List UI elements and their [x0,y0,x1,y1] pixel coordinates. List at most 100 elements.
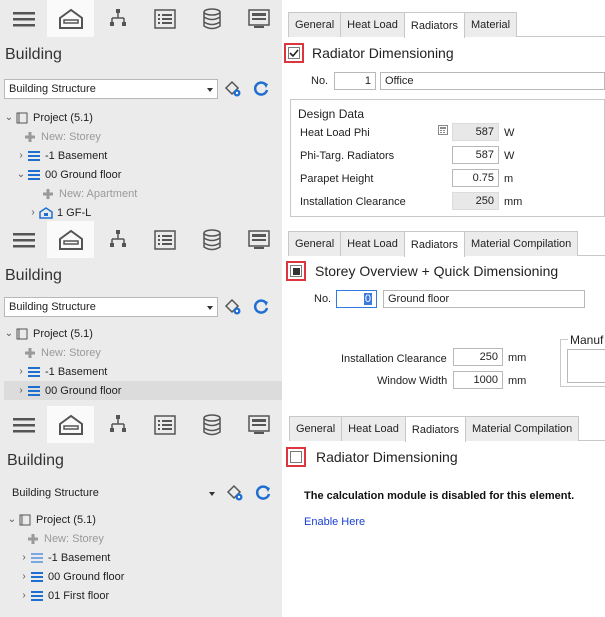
tab-general[interactable]: General [289,416,343,441]
building-structure-dropdown[interactable]: Building Structure [4,79,218,99]
tree-node-project[interactable]: ⌄ Project (5.1) [4,108,282,127]
tab-general[interactable]: General [288,12,342,37]
parapet-height-unit: m [504,173,514,185]
tab-general[interactable]: General [288,231,342,256]
number-field[interactable]: 1 [334,72,376,90]
refresh-icon[interactable] [254,484,272,502]
network-tree-icon[interactable] [94,0,141,37]
window-width-field[interactable]: 1000 [453,371,503,389]
tab-radiators[interactable]: Radiators [403,12,465,38]
room-name-field[interactable]: Office [380,72,605,90]
chevron-down-icon [207,88,213,92]
chevron-down-icon[interactable]: ⌄ [16,169,26,180]
hamburger-menu-icon[interactable] [0,406,47,443]
phi-targ-field[interactable]: 587 [452,146,499,164]
tree-node-new-storey[interactable]: New: Storey [4,127,282,146]
tag-settings-icon[interactable] [224,80,242,98]
tree-node-ground-floor[interactable]: › 00 Ground floor [7,567,282,586]
tree-label: 00 Ground floor [45,384,122,397]
chevron-right-icon[interactable]: › [19,590,29,601]
apartment-icon [38,206,54,220]
chevron-right-icon[interactable]: › [16,150,26,161]
chevron-right-icon[interactable]: › [28,207,38,218]
tree-node-basement[interactable]: › -1 Basement [7,548,282,567]
network-tree-icon[interactable] [94,221,141,258]
hamburger-menu-icon[interactable] [0,0,47,37]
storey-name-field[interactable]: Ground floor [383,290,585,308]
panel-radiator-dimensioning-room: Building Building Structure ⌄ Project (5.… [0,0,605,221]
tab-material-compilation[interactable]: Material Compilation [464,416,580,441]
tree-node-basement[interactable]: › -1 Basement [4,362,282,381]
screen-table-icon[interactable] [235,0,282,37]
building-structure-dropdown[interactable]: Building Structure [7,483,220,503]
tab-radiators[interactable]: Radiators [403,231,465,257]
storey-icon [26,365,42,379]
manufacturer-field[interactable] [567,349,605,383]
tab-radiators[interactable]: Radiators [404,416,466,442]
building-house-icon[interactable] [47,221,94,258]
heat-load-value: 587 [452,123,499,141]
tree-node-first-floor[interactable]: › 01 First floor [7,586,282,605]
disabled-message: The calculation module is disabled for t… [304,490,575,502]
tree-node-ground-floor[interactable]: › 00 Ground floor [4,381,282,400]
tree-label: 1 GF-L [57,206,92,219]
tab-material[interactable]: Material [463,12,518,37]
network-tree-icon[interactable] [94,406,141,443]
dropdown-value: Building Structure [12,487,99,499]
tab-heat-load[interactable]: Heat Load [341,416,406,441]
list-document-icon[interactable] [141,406,188,443]
quick-dimensioning-checkbox[interactable] [286,261,306,281]
hamburger-menu-icon[interactable] [0,221,47,258]
tree-node-new-apartment[interactable]: New: Apartment [4,184,282,203]
database-icon[interactable] [188,0,235,37]
parapet-height-field[interactable]: 0.75 [452,169,499,187]
number-field[interactable]: 0 [336,290,377,308]
tree-node-new-storey[interactable]: New: Storey [4,343,282,362]
chevron-down-icon [209,492,215,496]
tree-label: New: Apartment [59,187,138,200]
chevron-right-icon[interactable]: › [16,385,26,396]
refresh-icon[interactable] [252,298,270,316]
chevron-right-icon[interactable]: › [16,366,26,377]
tree-node-project[interactable]: ⌄ Project (5.1) [4,324,282,343]
project-icon [14,327,30,341]
tree-label: New: Storey [41,346,101,359]
checkbox-box [288,47,300,59]
tab-heat-load[interactable]: Heat Load [340,231,405,256]
list-document-icon[interactable] [141,0,188,37]
tree-node-project[interactable]: ⌄ Project (5.1) [7,510,282,529]
tree-node-ground-floor[interactable]: ⌄ 00 Ground floor [4,165,282,184]
tag-settings-icon[interactable] [226,484,244,502]
installation-clearance-field[interactable]: 250 [453,348,503,366]
refresh-icon[interactable] [252,80,270,98]
checkbox-box [290,451,302,463]
enable-here-link[interactable]: Enable Here [304,516,365,528]
list-document-icon[interactable] [141,221,188,258]
database-icon[interactable] [188,221,235,258]
radiator-dimensioning-checkbox[interactable] [284,43,304,63]
tab-heat-load[interactable]: Heat Load [340,12,405,37]
chevron-down-icon[interactable]: ⌄ [7,514,17,525]
database-icon[interactable] [188,406,235,443]
calculator-icon[interactable] [438,125,448,135]
tree-node-basement[interactable]: › -1 Basement [4,146,282,165]
tab-material-compilation[interactable]: Material Compilation [463,231,579,256]
tag-settings-icon[interactable] [224,298,242,316]
tree-node-gf-l[interactable]: › 1 GF-L [4,203,282,221]
screen-table-icon[interactable] [235,221,282,258]
screen-table-icon[interactable] [235,406,282,443]
chevron-right-icon[interactable]: › [19,552,29,563]
radiator-dimensioning-checkbox[interactable] [286,447,306,467]
chevron-down-icon[interactable]: ⌄ [4,328,14,339]
manufacturer-label: Manuf [568,333,605,347]
tree-label: New: Storey [41,130,101,143]
plus-icon [25,532,41,546]
chevron-down-icon[interactable]: ⌄ [4,112,14,123]
building-house-icon[interactable] [47,406,94,443]
building-structure-dropdown[interactable]: Building Structure [4,297,218,317]
building-house-icon[interactable] [47,0,94,37]
chevron-right-icon[interactable]: › [19,571,29,582]
tree-label: 00 Ground floor [45,168,122,181]
plus-icon [22,346,38,360]
tree-node-new-storey[interactable]: New: Storey [7,529,282,548]
